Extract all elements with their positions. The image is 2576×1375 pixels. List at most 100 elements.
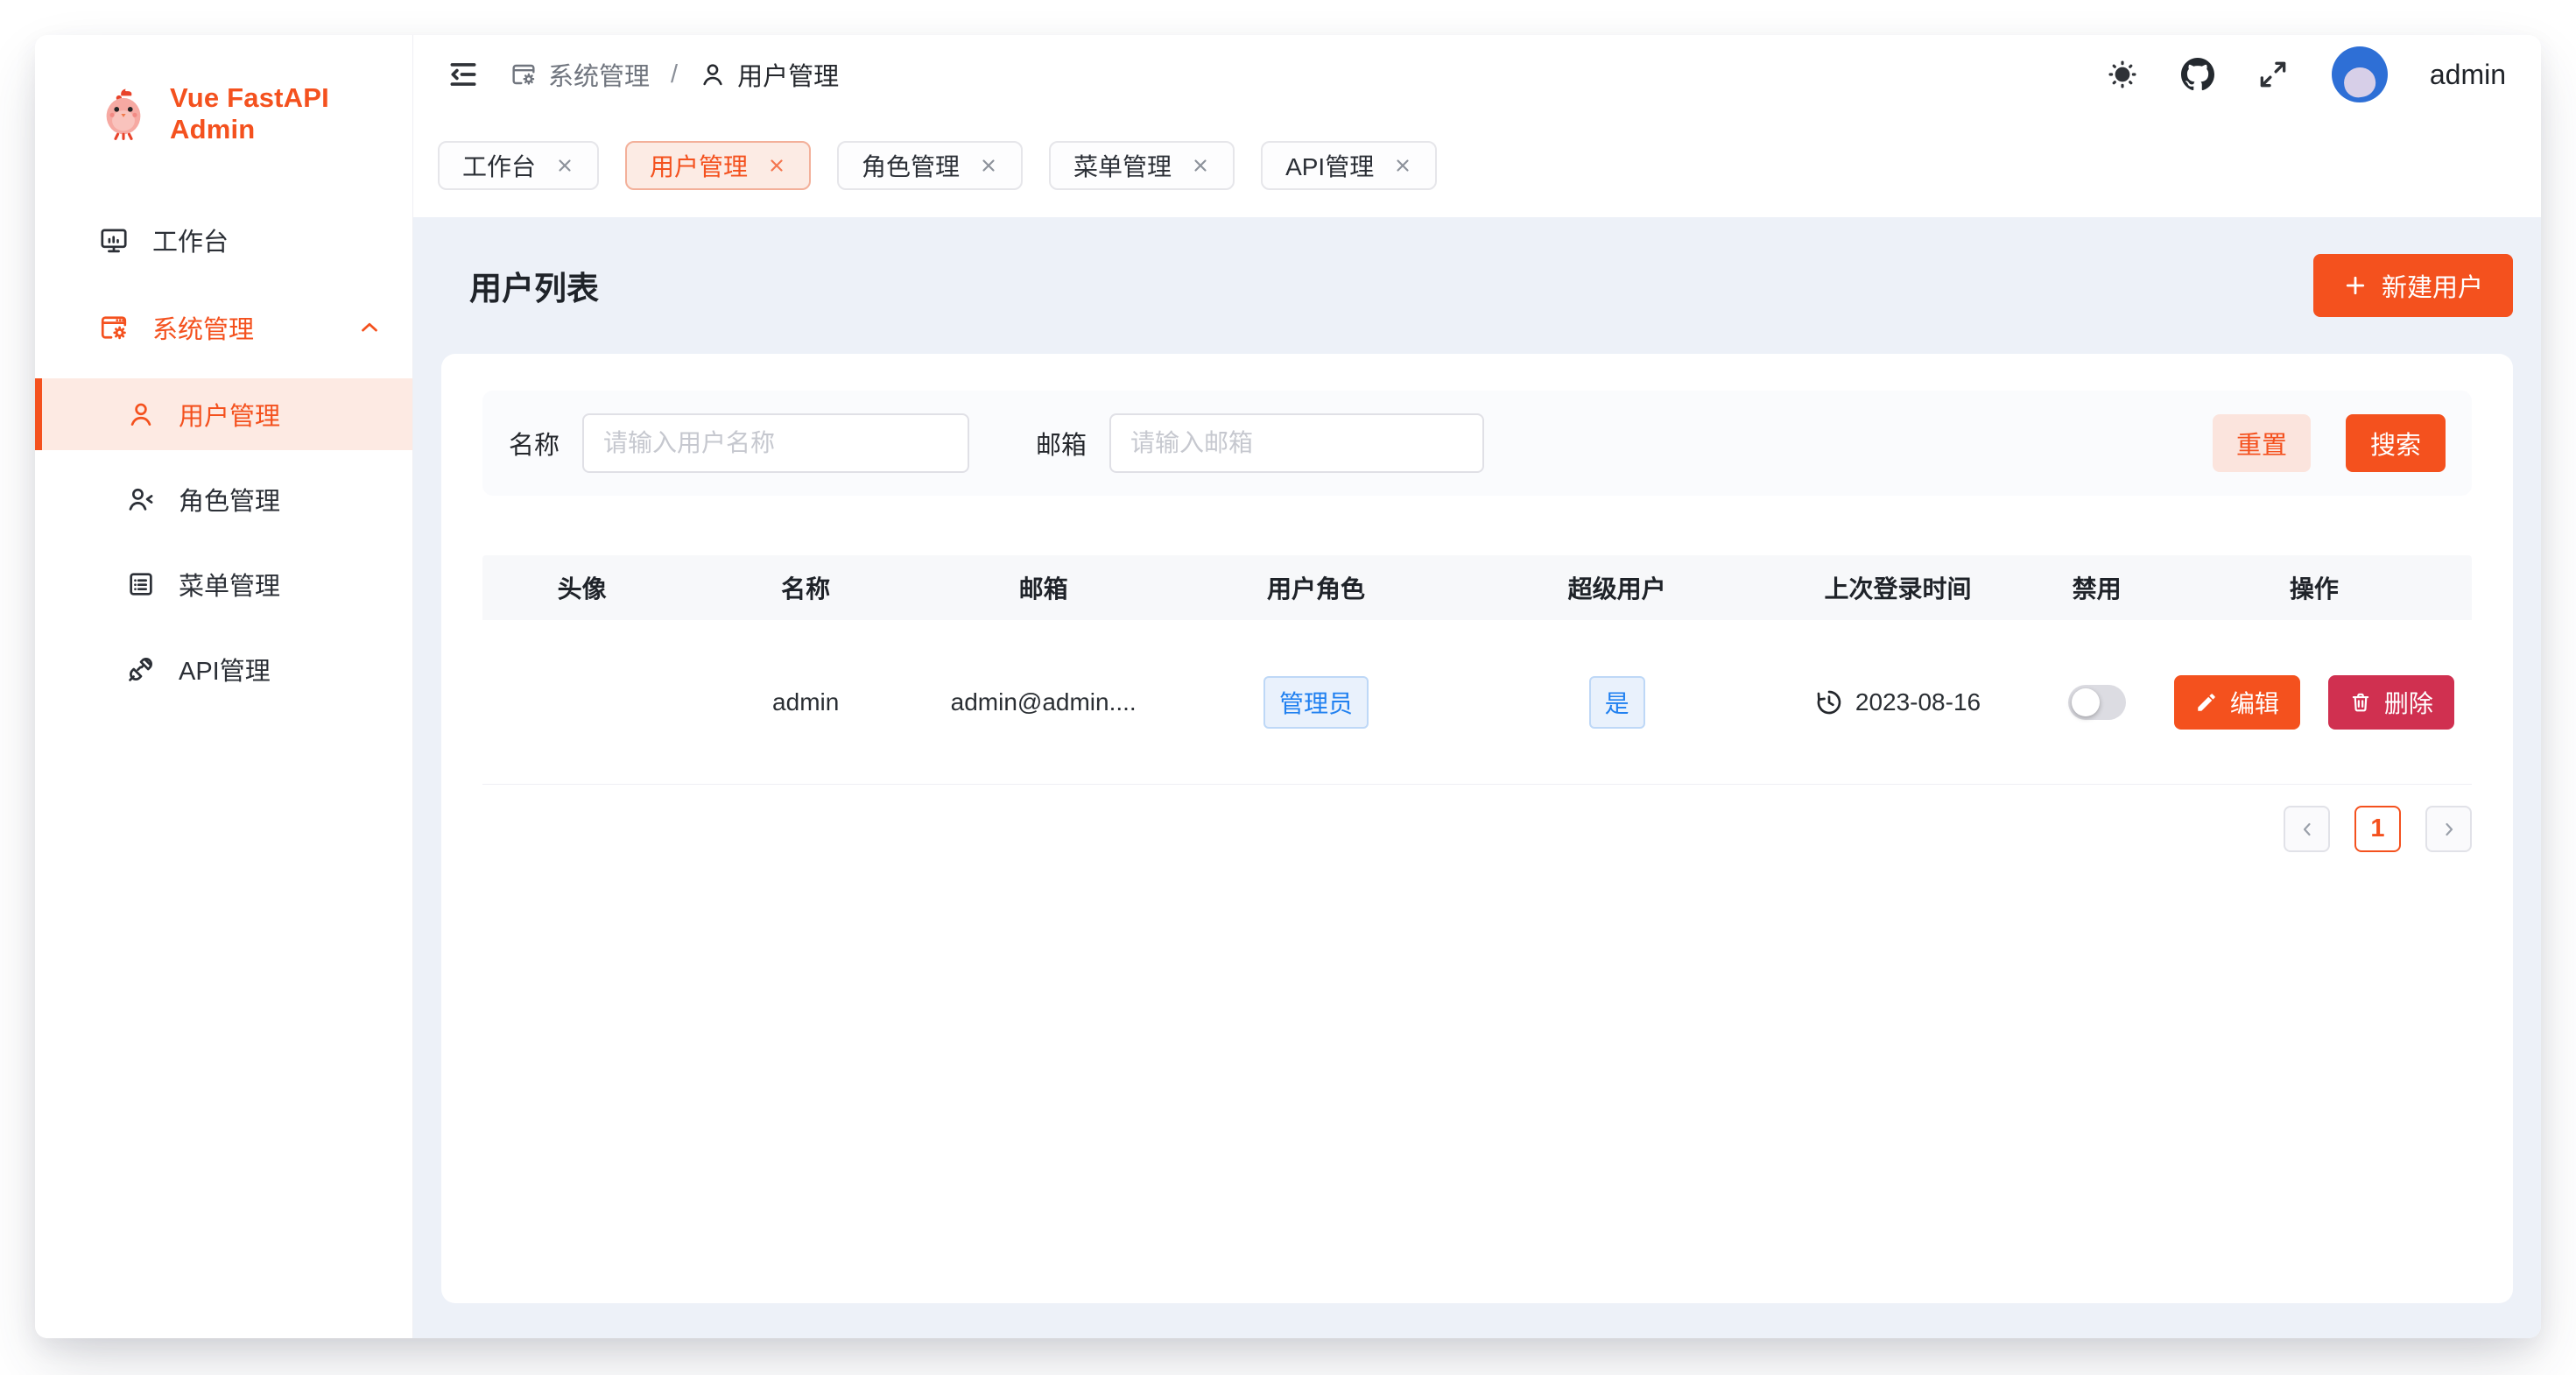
tab-api-management[interactable]: API管理: [1261, 141, 1437, 190]
plus-icon: [2343, 273, 2368, 298]
close-icon[interactable]: [555, 156, 574, 175]
delete-button[interactable]: 删除: [2328, 675, 2454, 730]
search-button[interactable]: 搜索: [2346, 414, 2446, 472]
top-header: 系统管理 / 用户管理: [413, 35, 2541, 114]
github-icon[interactable]: [2181, 58, 2214, 91]
clock-history-icon: [1815, 688, 1843, 716]
table-row: admin admin@admin.... 管理员 是: [482, 620, 2472, 785]
sidebar-collapse-icon[interactable]: [447, 58, 480, 91]
email-input[interactable]: [1109, 413, 1484, 473]
sidebar-item-label: 角色管理: [179, 481, 280, 518]
email-cell: admin@admin....: [930, 688, 1157, 716]
filter-buttons: 重置 搜索: [2213, 414, 2446, 472]
person-arrow-icon: [126, 484, 156, 514]
page-1-button[interactable]: 1: [2354, 806, 2401, 852]
breadcrumb-label: 系统管理: [548, 56, 650, 93]
logo[interactable]: Vue FastAPI Admin: [35, 35, 412, 145]
username[interactable]: admin: [2430, 59, 2506, 91]
close-icon[interactable]: [1191, 156, 1210, 175]
col-header-last-login: 上次登录时间: [1758, 570, 2037, 605]
tab-menu-management[interactable]: 菜单管理: [1049, 141, 1235, 190]
users-table: 头像 名称 邮箱 用户角色 超级用户 上次登录时间 禁用 操作 admin ad…: [482, 555, 2472, 785]
breadcrumb: 系统管理 / 用户管理: [510, 56, 839, 93]
next-page-button[interactable]: [2425, 806, 2472, 852]
breadcrumb-item-user[interactable]: 用户管理: [699, 56, 839, 93]
sidebar-item-workbench[interactable]: 工作台: [35, 203, 412, 277]
monitor-icon: [98, 224, 130, 256]
sidebar-group-label: 系统管理: [152, 309, 254, 346]
last-login-date: 2023-08-16: [1855, 688, 1981, 716]
edit-label: 编辑: [2230, 685, 2279, 720]
delete-label: 删除: [2384, 685, 2433, 720]
pencil-icon: [2195, 691, 2218, 714]
sidebar-item-user-management[interactable]: 用户管理: [35, 378, 412, 450]
breadcrumb-item-system[interactable]: 系统管理: [510, 56, 650, 93]
tabs-bar: 工作台 用户管理 角色管理 菜单管理 API管理: [413, 114, 2541, 217]
window-gear-icon: [510, 60, 538, 88]
filter-panel: 名称 邮箱 重置 搜索: [482, 391, 2472, 496]
list-box-icon: [126, 569, 156, 599]
tab-label: 用户管理: [650, 148, 748, 183]
sidebar-item-label: API管理: [179, 651, 271, 688]
edit-button[interactable]: 编辑: [2174, 675, 2300, 730]
sidebar-item-label: 用户管理: [179, 396, 280, 433]
fullscreen-icon[interactable]: [2256, 58, 2290, 91]
reset-button[interactable]: 重置: [2213, 414, 2311, 472]
col-header-email: 邮箱: [930, 570, 1157, 605]
chick-logo-icon: [96, 87, 151, 141]
last-login-cell: 2023-08-16: [1758, 688, 2037, 716]
sidebar-item-api-management[interactable]: API管理: [35, 633, 412, 705]
theme-toggle-sun-icon[interactable]: [2106, 58, 2139, 91]
close-icon[interactable]: [767, 156, 786, 175]
tab-label: API管理: [1285, 148, 1374, 183]
sidebar-item-label: 菜单管理: [179, 566, 280, 603]
name-input[interactable]: [582, 413, 969, 473]
new-user-label: 新建用户: [2382, 267, 2483, 304]
tab-workbench[interactable]: 工作台: [438, 141, 599, 190]
tab-label: 菜单管理: [1073, 148, 1172, 183]
role-tag: 管理员: [1263, 676, 1369, 729]
page-header: 用户列表 新建用户: [441, 217, 2513, 354]
sidebar-group-system[interactable]: 系统管理: [35, 291, 412, 364]
disabled-toggle[interactable]: [2068, 685, 2126, 720]
plug-icon: [126, 654, 156, 684]
col-header-avatar: 头像: [482, 570, 681, 605]
close-icon[interactable]: [1393, 156, 1412, 175]
col-header-role: 用户角色: [1157, 570, 1475, 605]
email-label: 邮箱: [1036, 425, 1087, 462]
sidebar-item-menu-management[interactable]: 菜单管理: [35, 548, 412, 620]
superuser-cell: 是: [1475, 676, 1759, 729]
close-icon[interactable]: [979, 156, 998, 175]
name-cell: admin: [681, 688, 930, 716]
sidebar-item-role-management[interactable]: 角色管理: [35, 463, 412, 535]
person-icon: [126, 399, 156, 429]
header-actions: admin: [2106, 46, 2506, 102]
table-header-row: 头像 名称 邮箱 用户角色 超级用户 上次登录时间 禁用 操作: [482, 555, 2472, 620]
tab-user-management[interactable]: 用户管理: [625, 141, 811, 190]
sidebar-menu: 工作台 系统管理: [35, 203, 412, 718]
superuser-tag: 是: [1589, 676, 1645, 729]
new-user-button[interactable]: 新建用户: [2313, 254, 2513, 317]
app-window: Vue FastAPI Admin 工作台: [35, 35, 2541, 1338]
main-content: 用户列表 新建用户 名称 邮箱 重置: [413, 217, 2541, 1338]
sidebar: Vue FastAPI Admin 工作台: [35, 35, 413, 1338]
name-label: 名称: [509, 425, 560, 462]
trash-icon: [2349, 691, 2372, 714]
col-header-name: 名称: [681, 570, 930, 605]
role-cell: 管理员: [1157, 676, 1475, 729]
prev-page-button[interactable]: [2284, 806, 2330, 852]
tab-label: 工作台: [462, 148, 536, 183]
app-title: Vue FastAPI Admin: [170, 82, 412, 145]
sidebar-item-label: 工作台: [152, 222, 229, 258]
col-header-disabled: 禁用: [2038, 570, 2157, 605]
pagination: 1: [482, 806, 2472, 852]
content-card: 名称 邮箱 重置 搜索 头像 名称 邮箱 用户角: [441, 354, 2513, 1303]
tab-role-management[interactable]: 角色管理: [837, 141, 1023, 190]
col-header-superuser: 超级用户: [1475, 570, 1759, 605]
page-title: 用户列表: [469, 262, 599, 309]
user-avatar[interactable]: [2332, 46, 2388, 102]
chevron-up-icon: [356, 314, 383, 341]
actions-cell: 编辑 删除: [2157, 675, 2472, 730]
content-pane: 系统管理 / 用户管理: [413, 35, 2541, 1338]
col-header-actions: 操作: [2157, 570, 2472, 605]
